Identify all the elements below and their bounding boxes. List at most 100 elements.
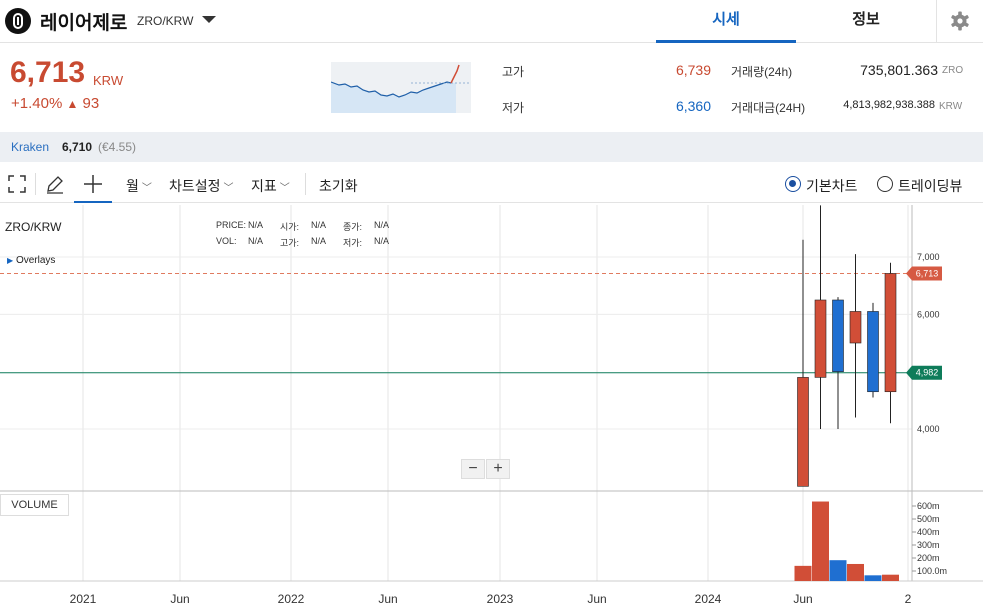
- high-label: 고가: [502, 65, 525, 79]
- price-change: +1.40% ▲ 93: [11, 95, 99, 112]
- candle-body: [832, 299, 844, 372]
- volume-bar: [812, 501, 829, 581]
- volume-bar: [882, 574, 899, 581]
- pencil-icon[interactable]: [45, 174, 65, 194]
- candle-body: [797, 377, 809, 487]
- candle-body: [849, 311, 862, 344]
- x-tick-label: 2024: [695, 592, 722, 604]
- volume-label: 거래량(24h): [731, 65, 793, 79]
- candle-body: [884, 273, 897, 393]
- fullscreen-icon[interactable]: [8, 175, 26, 193]
- change-percent: +1.40%: [11, 95, 63, 112]
- layerzero-logo: [5, 8, 31, 34]
- zoom-out-button[interactable]: −: [461, 459, 485, 479]
- info-close-value: N/A: [374, 220, 390, 230]
- candle-body: [867, 311, 879, 393]
- up-arrow-icon: ▲: [66, 97, 79, 111]
- y-tick-label: 6,000: [917, 309, 940, 319]
- chevron-down-icon: ﹀: [279, 183, 290, 194]
- overlays-toggle[interactable]: ▶ Overlays: [7, 255, 55, 266]
- current-price-tag: 6,713: [916, 268, 939, 278]
- info-open-value: N/A: [311, 220, 327, 230]
- settings-button[interactable]: [936, 0, 983, 43]
- volume-tick-label: 400m: [917, 527, 940, 537]
- app-header: 레이어제로 ZRO/KRW 시세 정보: [0, 0, 983, 43]
- basic-chart-radio[interactable]: [785, 176, 801, 192]
- triangle-right-icon: ▶: [7, 256, 14, 265]
- change-amount: 93: [82, 95, 100, 112]
- exchange-price: 6,710: [62, 140, 93, 154]
- info-high-label: 고가:: [280, 238, 300, 248]
- volume-value: 735,801.363: [860, 62, 938, 78]
- volume-panel-tag[interactable]: VOLUME: [0, 494, 69, 516]
- volume-tick-label: 600m: [917, 501, 940, 511]
- period-label: 월: [126, 178, 139, 194]
- amount-value: 4,813,982,938.388: [843, 99, 935, 111]
- level-tag: 4,982: [916, 368, 939, 378]
- tab-price[interactable]: 시세: [656, 0, 796, 43]
- y-tick-label: 7,000: [917, 252, 940, 262]
- info-high-value: N/A: [311, 236, 327, 246]
- indicator-label: 지표: [251, 178, 277, 194]
- x-tick-label: 2023: [487, 592, 514, 604]
- x-tick-label: Jun: [587, 592, 606, 604]
- low-value: 6,360: [675, 98, 711, 114]
- volume-tick-label: 100.0m: [917, 566, 947, 576]
- period-dropdown[interactable]: 월 ﹀: [126, 176, 152, 196]
- pair-label: ZRO/KRW: [137, 14, 194, 28]
- chart-toolbar: 월 ﹀ 차트설정 ﹀ 지표 ﹀ 초기화 기본차트 트레이딩뷰: [0, 165, 983, 203]
- high-value: 6,739: [675, 62, 711, 78]
- x-tick-label: 2021: [70, 592, 97, 604]
- sparkline-chart: [330, 62, 491, 113]
- exchange-euro: (€4.55): [98, 140, 137, 154]
- chart-settings-label: 차트설정: [169, 178, 221, 194]
- amount-label: 거래대금(24H): [731, 101, 806, 115]
- gear-icon: [951, 11, 969, 31]
- price-currency: KRW: [93, 73, 124, 88]
- x-tick-label: Jun: [170, 592, 189, 604]
- info-vol-value: N/A: [248, 236, 264, 246]
- info-price-value: N/A: [248, 220, 264, 230]
- exchange-name[interactable]: Kraken: [11, 140, 49, 154]
- chevron-down-icon[interactable]: [202, 16, 216, 23]
- info-vol-label: VOL:: [216, 236, 237, 246]
- coin-name: 레이어제로: [40, 13, 128, 34]
- volume-bar: [829, 560, 847, 581]
- volume-bar: [847, 563, 864, 581]
- x-tick-label: 2022: [278, 592, 305, 604]
- x-tick-label: Jun: [793, 592, 812, 604]
- chevron-down-icon: ﹀: [141, 183, 152, 194]
- volume-tick-label: 200m: [917, 553, 940, 563]
- basic-chart-label[interactable]: 기본차트: [806, 176, 858, 196]
- chevron-down-icon: ﹀: [223, 183, 234, 194]
- tradingview-label[interactable]: 트레이딩뷰: [898, 176, 962, 196]
- volume-bar: [864, 575, 882, 581]
- reset-button[interactable]: 초기화: [319, 176, 358, 196]
- info-price-label: PRICE:: [216, 220, 247, 230]
- info-open-label: 시가:: [280, 222, 300, 232]
- zoom-in-button[interactable]: +: [486, 459, 510, 479]
- chart-settings-dropdown[interactable]: 차트설정 ﹀: [169, 176, 234, 196]
- crosshair-icon: [84, 175, 102, 193]
- current-price: 6,713: [10, 56, 86, 89]
- tab-info[interactable]: 정보: [796, 0, 936, 43]
- x-tick-label: Jun: [378, 592, 397, 604]
- info-close-label: 종가:: [343, 222, 363, 232]
- overlays-label: Overlays: [15, 255, 56, 266]
- volume-tick-label: 500m: [917, 514, 940, 524]
- exchange-bar: Kraken 6,710 (€4.55): [0, 132, 983, 162]
- tradingview-radio[interactable]: [877, 176, 893, 192]
- amount-unit: KRW: [939, 101, 963, 112]
- price-chart[interactable]: 7,000 6,000 4,000 600m 500m 400m 300m 200m 100.0…: [0, 205, 983, 604]
- volume-bar: [794, 565, 812, 581]
- info-low-value: N/A: [374, 236, 390, 246]
- x-tick-label: 2: [905, 592, 912, 604]
- indicator-dropdown[interactable]: 지표 ﹀: [251, 176, 290, 196]
- info-low-label: 저가:: [343, 238, 363, 248]
- chart-symbol: ZRO/KRW: [5, 220, 62, 234]
- y-tick-label: 4,000: [917, 424, 940, 434]
- crosshair-button[interactable]: [74, 165, 112, 203]
- candle-body: [814, 299, 827, 378]
- volume-tick-label: 300m: [917, 540, 940, 550]
- volume-unit: ZRO: [942, 65, 964, 76]
